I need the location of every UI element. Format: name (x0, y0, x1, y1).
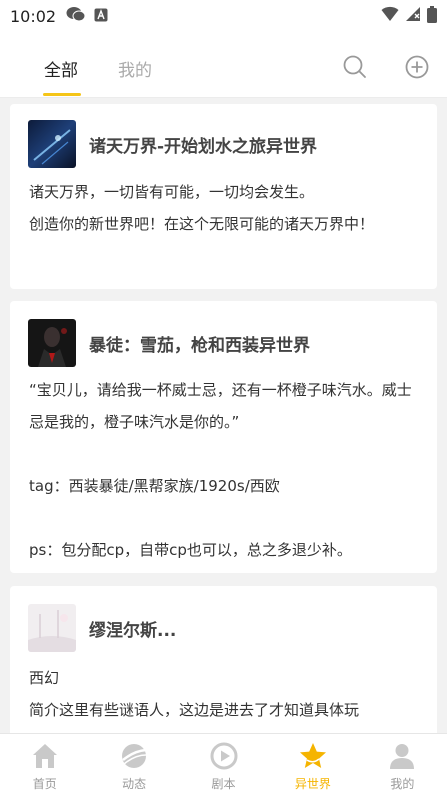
world-description: “宝贝儿，请给我一杯威士忌，还有一杯橙子味汽水。威士忌是我的，橙子味汽水是你的。… (29, 381, 412, 559)
nav-script[interactable]: 剧本 (179, 734, 268, 795)
top-tab-bar: 全部 我的 (0, 32, 447, 98)
world-title: 暴徒：雪茄，枪和西装异世界 (89, 336, 310, 356)
nav-home[interactable]: 首页 (0, 734, 89, 795)
nav-moments[interactable]: 动态 (89, 734, 178, 795)
person-icon (387, 741, 417, 771)
world-card[interactable]: 诸天万界-开始划水之旅异世界 诸天万界，一切皆有可能，一切均会发生。 创造你的新… (10, 104, 437, 289)
status-bar: 10:02 (0, 0, 447, 32)
planet-icon (119, 741, 149, 771)
world-description: 诸天万界，一切皆有可能，一切均会发生。 创造你的新世界吧！在这个无限可能的诸天万… (29, 183, 375, 233)
nav-label: 首页 (32, 777, 57, 791)
wechat-icon (66, 6, 86, 26)
world-card[interactable]: 暴徒：雪茄，枪和西装异世界 “宝贝儿，请给我一杯威士忌，还有一杯橙子味汽水。威士… (10, 301, 437, 573)
star-icon (298, 741, 328, 771)
tab-mine[interactable]: 我的 (118, 56, 152, 81)
search-icon[interactable] (342, 54, 368, 80)
bottom-navigation: 首页 动态 剧本 异世界 我的 (0, 733, 447, 795)
world-avatar (28, 120, 76, 168)
add-icon[interactable] (404, 54, 430, 80)
signal-icon (405, 6, 421, 26)
nav-other-world[interactable]: 异世界 (268, 734, 357, 795)
battery-icon (427, 5, 437, 27)
nav-label: 剧本 (211, 777, 236, 791)
home-icon (30, 741, 60, 771)
tab-all[interactable]: 全部 (44, 56, 78, 81)
world-feed: 诸天万界-开始划水之旅异世界 诸天万界，一切皆有可能，一切均会发生。 创造你的新… (0, 98, 447, 733)
nav-profile[interactable]: 我的 (358, 734, 447, 795)
world-avatar (28, 319, 76, 367)
status-time: 10:02 (10, 6, 57, 26)
play-icon (209, 741, 239, 771)
wifi-icon (381, 6, 399, 26)
active-tab-indicator (43, 93, 81, 96)
world-description: 西幻 简介这里有些谜语人，这边是进去了才知道具体玩 (29, 669, 360, 719)
app-notification-icon (94, 7, 108, 26)
nav-label: 动态 (122, 777, 147, 791)
world-card[interactable]: 缪涅尔斯... 西幻 简介这里有些谜语人，这边是进去了才知道具体玩 (10, 586, 437, 733)
nav-label: 异世界 (294, 777, 331, 791)
world-avatar (28, 604, 76, 652)
world-title: 诸天万界-开始划水之旅异世界 (89, 137, 318, 157)
nav-label: 我的 (390, 777, 415, 791)
world-title: 缪涅尔斯... (89, 621, 177, 641)
